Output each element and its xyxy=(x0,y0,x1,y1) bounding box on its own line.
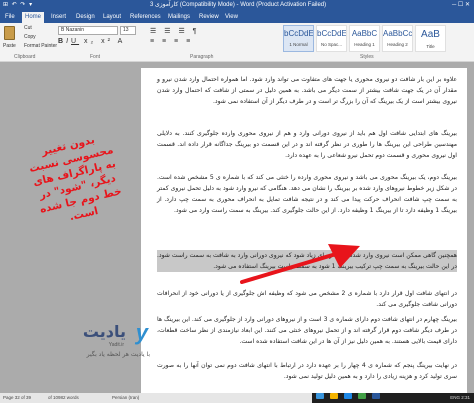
tab-mailings[interactable]: Mailings xyxy=(165,12,193,23)
system-tray[interactable]: ENG 2:31 xyxy=(450,393,470,403)
style-heading-1[interactable]: AaBbC Heading 1 xyxy=(349,25,380,52)
format-painter-button[interactable]: Format Painter xyxy=(24,43,57,49)
style-no-spacing[interactable]: bCcDdEeNo Spac... xyxy=(316,25,347,52)
status-bar: Page 32 of 39 of 10982 words Persian (Ir… xyxy=(0,393,474,403)
word-window: ⊞ ↶ ↷ ▾ 3 کارآموزی (Compatibility Mode) … xyxy=(0,0,474,403)
paste-button[interactable]: Paste xyxy=(3,43,16,49)
ribbon-home: Paste Cut Copy Format Painter B Nazanin … xyxy=(0,23,474,62)
paragraph-group-label: Paragraph xyxy=(190,54,214,60)
style-normal[interactable]: bCcDdEe1 Normal xyxy=(283,25,314,52)
tab-design[interactable]: Design xyxy=(73,12,98,23)
tab-home[interactable]: Home xyxy=(22,12,45,23)
clipboard-icon xyxy=(4,26,15,40)
window-controls[interactable]: ─ ☐ ✕ xyxy=(452,0,470,11)
logo-y-icon: y xyxy=(135,320,148,345)
styles-gallery[interactable]: bCcDdEe1 Normal bCcDdEeNo Spac... AaBbCH… xyxy=(283,25,448,52)
alignment-buttons[interactable]: ≡ ≡ ≡ ≡ xyxy=(150,38,193,45)
paragraph-6[interactable]: بیرینگ چهارم در انتهای شافت دوم دارای شم… xyxy=(157,314,457,347)
taskbar-app-icon[interactable] xyxy=(330,393,338,399)
windows-start-icon[interactable] xyxy=(316,393,324,399)
page-count[interactable]: Page 32 of 39 xyxy=(3,393,31,403)
taskbar-app-icon[interactable] xyxy=(358,393,366,399)
font-name-select[interactable]: B Nazanin xyxy=(58,26,118,35)
taskbar-app-icon[interactable] xyxy=(344,393,352,399)
paragraph-2[interactable]: بیرینگ های ابتدایی شافت اول هم باید از ن… xyxy=(157,128,457,161)
ribbon-tabs: File Home Insert Design Layout Reference… xyxy=(0,11,474,23)
logo-site: Yadit.ir xyxy=(108,342,124,348)
paragraph-3[interactable]: بیرینگ دوم، یک بیرینگ محوری می باشد و نی… xyxy=(157,172,457,216)
paragraph-7[interactable]: در نهایت بیرینگ پنجم که شماره ی 4 چهار ر… xyxy=(157,360,457,382)
quick-access-toolbar[interactable]: ⊞ ↶ ↷ ▾ xyxy=(3,0,33,11)
windows-taskbar: ENG 2:31 xyxy=(312,393,474,403)
tab-insert[interactable]: Insert xyxy=(48,12,69,23)
yadit-logo: یادیت y Yadit.ir با یادیت هر لحظه یاد بگ… xyxy=(35,318,150,368)
word-taskbar-icon[interactable] xyxy=(372,393,380,399)
clipboard-group-label: Clipboard xyxy=(14,54,36,60)
style-title[interactable]: AaB Title xyxy=(415,25,446,52)
tab-layout[interactable]: Layout xyxy=(100,12,124,23)
paragraph-1[interactable]: علاوه بر این بار شافت دو نیروی محوری یا … xyxy=(157,74,457,107)
style-heading-2[interactable]: AaBbCc Heading 2 xyxy=(382,25,413,52)
word-count[interactable]: of 10982 words xyxy=(48,393,79,403)
font-format-buttons[interactable]: BIU x₂ x² A xyxy=(58,38,125,45)
font-group-label: Font xyxy=(90,54,101,60)
document-page[interactable]: علاوه بر این بار شافت دو نیروی محوری یا … xyxy=(141,68,467,393)
window-title: 3 کارآموزی (Compatibility Mode) - Word (… xyxy=(150,2,327,8)
tab-references[interactable]: References xyxy=(127,12,164,23)
title-bar: ⊞ ↶ ↷ ▾ 3 کارآموزی (Compatibility Mode) … xyxy=(0,0,474,11)
paragraph-5[interactable]: در انتهای شافت اول قرار دارد با شماره ی … xyxy=(157,288,457,310)
tab-view[interactable]: View xyxy=(222,12,241,23)
styles-group-label: Styles xyxy=(360,54,374,60)
logo-slogan: با یادیت هر لحظه یاد بگیر xyxy=(86,351,150,358)
font-size-select[interactable]: 13 xyxy=(120,26,136,35)
cut-button[interactable]: Cut xyxy=(24,25,32,31)
annotation-arrow-icon xyxy=(240,244,360,284)
copy-button[interactable]: Copy xyxy=(24,34,36,40)
paragraph-buttons[interactable]: ☰ ☰ ☰ ¶ xyxy=(150,27,199,35)
logo-word: یادیت xyxy=(82,322,126,341)
tab-file[interactable]: File xyxy=(2,12,18,23)
tab-review[interactable]: Review xyxy=(196,12,222,23)
proofing-language[interactable]: Persian (Iran) xyxy=(112,393,139,403)
